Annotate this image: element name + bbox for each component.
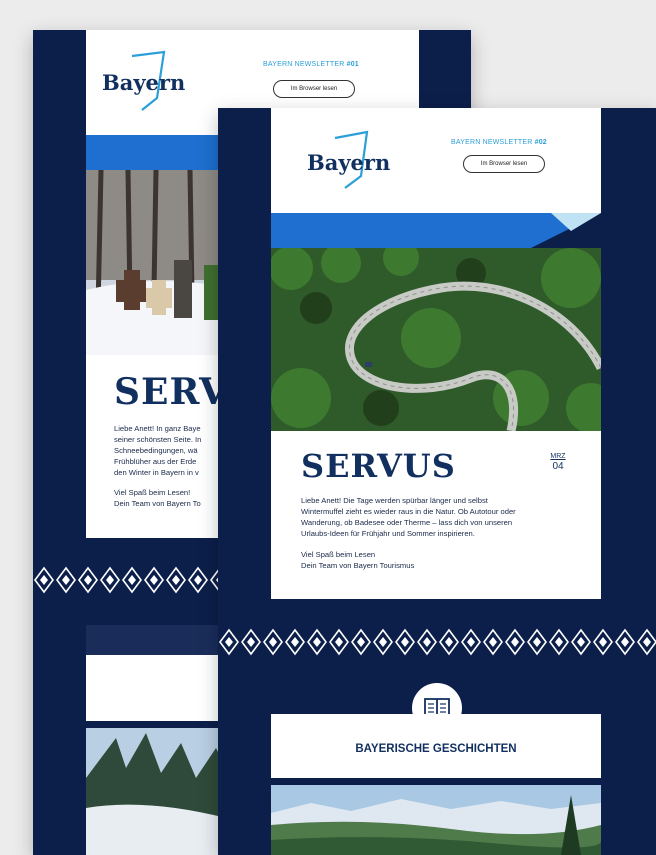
traditional-pattern-band xyxy=(218,627,656,657)
intro-line: Wintermuffel zieht es wieder raus in die… xyxy=(301,507,516,516)
signoff-line: Dein Team von Bayern To xyxy=(114,499,201,508)
intro-line: Urlaubs-Ideen für Frühjahr und Sommer in… xyxy=(301,529,475,538)
label-number: #02 xyxy=(534,139,547,146)
intro-line: Schneebedingungen, wä xyxy=(114,446,198,455)
intro-line: Wanderung, ob Badesee oder Therme – lass… xyxy=(301,518,513,527)
date-day: 04 xyxy=(552,461,564,472)
date-month: MRZ xyxy=(550,453,566,460)
intro-line: den Winter in Bayern in v xyxy=(114,468,199,477)
section-title: BAYERISCHE GESCHICHTEN xyxy=(271,714,601,778)
intro-text: Liebe Anett! In ganz Baye seiner schönst… xyxy=(114,423,201,509)
pattern-icon xyxy=(218,627,656,657)
newsletter-label: BAYERN NEWSLETTER #01 xyxy=(263,61,359,68)
landscape-photo xyxy=(271,785,601,855)
intro-line: Liebe Anett! In ganz Baye xyxy=(114,424,201,433)
intro-line: seiner schönsten Seite. In xyxy=(114,435,202,444)
logo-text: Bayern xyxy=(102,70,186,95)
bayern-logo: Bayern xyxy=(307,128,397,198)
blue-band xyxy=(271,213,601,248)
newsletter-2-intro: SERVUS MRZ 04 Liebe Anett! Die Tage werd… xyxy=(271,431,601,599)
signoff-line: Viel Spaß beim Lesen xyxy=(301,550,376,559)
intro-text: Liebe Anett! Die Tage werden spürbar län… xyxy=(301,495,516,571)
label-number: #01 xyxy=(346,61,359,68)
newsletter-label: BAYERN NEWSLETTER #02 xyxy=(451,139,547,146)
signoff-line: Viel Spaß beim Lesen! xyxy=(114,488,191,497)
headline: SERVUS xyxy=(301,447,456,485)
newsletter-2-header: Bayern BAYERN NEWSLETTER #02 Im Browser … xyxy=(271,108,601,213)
intro-line: Liebe Anett! Die Tage werden spürbar län… xyxy=(301,496,488,505)
date-badge: MRZ 04 xyxy=(546,453,570,472)
serpentine-road-photo xyxy=(271,248,601,431)
read-in-browser-button[interactable]: Im Browser lesen xyxy=(273,80,355,98)
read-in-browser-button[interactable]: Im Browser lesen xyxy=(463,155,545,173)
label-prefix: BAYERN NEWSLETTER xyxy=(451,139,533,146)
signoff-line: Dein Team von Bayern Tourismus xyxy=(301,561,415,570)
intro-line: Frühblüher aus der Erde xyxy=(114,457,197,466)
bayern-logo: Bayern xyxy=(102,48,192,118)
label-prefix: BAYERN NEWSLETTER xyxy=(263,61,345,68)
newsletter-2: Bayern BAYERN NEWSLETTER #02 Im Browser … xyxy=(218,108,656,855)
logo-text: Bayern xyxy=(307,150,391,175)
